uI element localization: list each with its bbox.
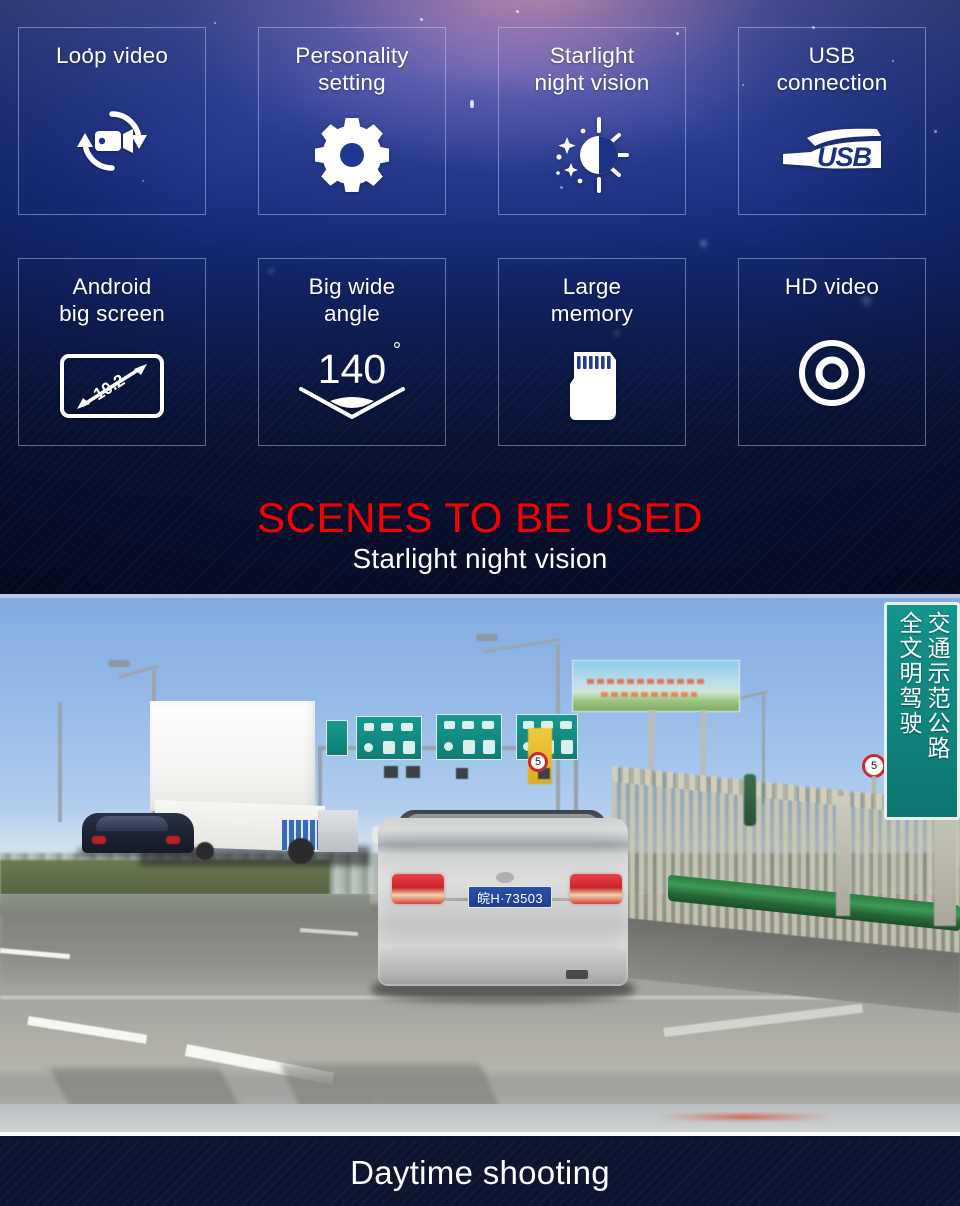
roadside-sign-line1: 交通示范公路	[923, 611, 949, 761]
road-median	[0, 894, 370, 914]
feature-tile-hd-video[interactable]: HD video	[738, 258, 926, 446]
tail-light	[392, 874, 444, 904]
road-shadow-patch	[0, 904, 420, 984]
feature-tile-label: Large memory	[550, 274, 634, 326]
microsd-card-icon	[499, 327, 685, 445]
direction-sign	[356, 716, 422, 760]
dashboard-shape	[49, 1068, 241, 1108]
gear-icon	[259, 96, 445, 214]
license-plate: 皖H·73503	[468, 886, 552, 908]
traffic-camera	[456, 768, 468, 779]
feature-tile-label: Personality setting	[295, 43, 409, 95]
screen-size-value: 10.2	[90, 371, 128, 405]
speed-limit-value: 5	[870, 760, 878, 772]
feature-tile-starlight-night-vision[interactable]: Starlight night vision	[498, 27, 686, 215]
roadside-sign: 全文明驾驶 交通示范公路	[884, 602, 960, 820]
feature-tile-label: Android big screen	[59, 274, 165, 326]
direction-sign	[326, 720, 348, 756]
traffic-camera	[384, 766, 398, 778]
lens-icon	[739, 300, 925, 445]
usb-icon: USB	[739, 96, 925, 214]
feature-tile-label: Loop video	[55, 43, 169, 68]
feature-tile-label: HD video	[784, 274, 880, 299]
direction-sign	[436, 714, 502, 760]
speed-limit-sign: 5	[528, 752, 548, 772]
license-plate-text: 皖H·73503	[476, 890, 544, 906]
feature-tile-loop-video[interactable]: Loop video	[18, 27, 206, 215]
feature-grid-section: Loop video Personality setting Starlight…	[0, 0, 960, 594]
dashboard-shape	[280, 1064, 500, 1108]
speed-limit-value: 5	[534, 756, 542, 768]
billboard-text-line	[587, 679, 707, 684]
starlight-night-vision-icon	[499, 96, 685, 214]
roadside-sign-line2: 全文明驾驶	[895, 611, 921, 736]
photo-caption-banner: Daytime shooting	[0, 1140, 960, 1206]
photo-canvas: 5 5 全文明驾驶 交通示范公路 皖H·73503	[0, 598, 960, 1132]
feature-tile-label: USB connection	[776, 43, 888, 95]
exhaust-pipe	[566, 970, 588, 979]
scenes-heading-block: SCENES TO BE USED Starlight night vision	[0, 482, 960, 594]
page-subtitle: Starlight night vision	[352, 543, 608, 574]
wide-angle-value: 140 °	[317, 339, 402, 392]
antenna-mast	[58, 702, 62, 822]
feature-tile-label: Big wide angle	[308, 274, 396, 326]
page-title: SCENES TO BE USED	[257, 494, 703, 541]
feature-tiles-grid: Loop video Personality setting Starlight…	[0, 0, 960, 480]
billboard-support	[700, 710, 706, 776]
tail-light	[570, 874, 622, 904]
feature-tile-big-wide-angle[interactable]: Big wide angle 140 °	[258, 258, 446, 446]
wide-angle-icon: 140 °	[259, 327, 445, 445]
screen-size-icon: 10.2	[19, 327, 205, 445]
trunk-emblem	[496, 872, 514, 883]
scene-photo: 5 5 全文明驾驶 交通示范公路 皖H·73503	[0, 594, 960, 1136]
loop-video-icon	[19, 69, 205, 214]
pedestrian	[744, 774, 756, 826]
svg-text:USB: USB	[817, 142, 872, 172]
roadside-billboard	[572, 660, 740, 712]
speed-limit-sign: 5	[862, 754, 886, 778]
degree-symbol: °	[392, 339, 402, 362]
promo-page: Loop video Personality setting Starlight…	[0, 0, 960, 1206]
feature-tile-android-big-screen[interactable]: Android big screen 10.2	[18, 258, 206, 446]
dashboard-reflection-highlight	[660, 1114, 830, 1120]
fence-pillar	[836, 796, 850, 916]
billboard-text-line	[601, 692, 697, 697]
feature-tile-personality-setting[interactable]: Personality setting	[258, 27, 446, 215]
feature-tile-large-memory[interactable]: Large memory	[498, 258, 686, 446]
feature-tile-usb-connection[interactable]: USB connection USB	[738, 27, 926, 215]
feature-tile-label: Starlight night vision	[534, 43, 650, 95]
photo-caption: Daytime shooting	[350, 1154, 610, 1191]
traffic-camera	[406, 766, 420, 778]
